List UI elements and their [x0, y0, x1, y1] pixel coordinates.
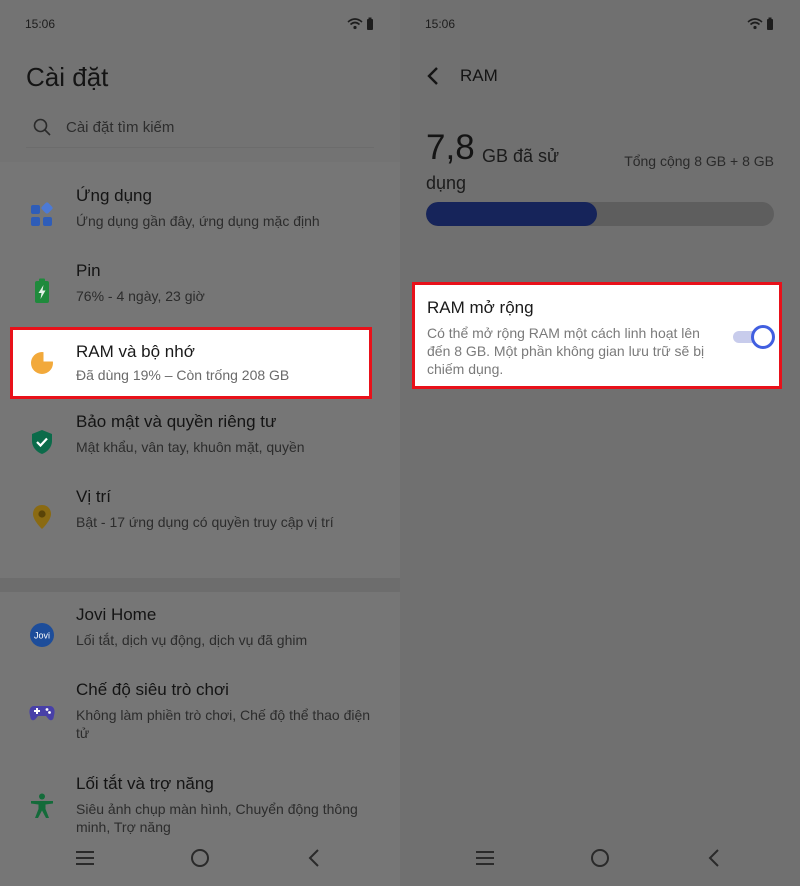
ram-usage-bar — [426, 202, 774, 226]
navigation-bar — [400, 836, 800, 886]
back-nav-icon[interactable] — [303, 846, 327, 870]
settings-item-subtitle: Lối tắt, dịch vụ động, dịch vụ đã ghim — [76, 632, 308, 648]
settings-item-title: Vị trí — [76, 487, 111, 506]
home-icon[interactable] — [188, 846, 212, 870]
settings-item-title: Ứng dụng — [76, 186, 152, 205]
settings-item-title: Lối tắt và trợ năng — [76, 774, 214, 793]
home-icon[interactable] — [588, 846, 612, 870]
storage-pie-icon — [31, 350, 55, 374]
settings-item-title: Chế độ siêu trò chơi — [76, 680, 229, 699]
navigation-bar — [0, 836, 400, 886]
back-nav-icon[interactable] — [703, 846, 727, 870]
settings-item-subtitle: Đã dùng 19% – Còn trống 208 GB — [76, 367, 290, 383]
settings-item-title: Pin — [76, 261, 101, 280]
ram-used-value: 7,8 — [426, 128, 475, 167]
jovi-icon: Jovi — [30, 623, 54, 647]
extended-ram-description: Có thể mở rộng RAM một cách linh hoạt lê… — [427, 325, 705, 377]
section-divider — [0, 578, 400, 592]
settings-item-accessibility[interactable]: Lối tắt và trợ năng Siêu ảnh chụp màn hì… — [0, 770, 400, 840]
status-time: 15:06 — [425, 17, 456, 31]
extended-ram-title: RAM mở rộng — [427, 298, 534, 317]
status-bar: 15:06 — [425, 14, 775, 34]
back-arrow-icon[interactable] — [424, 64, 444, 88]
ram-usage-fill — [426, 202, 597, 226]
status-bar: 15:06 — [25, 14, 375, 34]
settings-item-game-mode[interactable]: Chế độ siêu trò chơi Không làm phiền trò… — [0, 676, 400, 746]
settings-item-subtitle: Mật khẩu, vân tay, khuôn mặt, quyền — [76, 439, 305, 455]
extended-ram-card: RAM mở rộng Có thể mở rộng RAM một cách … — [412, 282, 782, 389]
shield-icon — [32, 430, 52, 454]
settings-item-subtitle: Không làm phiền trò chơi, Chế độ thể tha… — [76, 707, 371, 741]
settings-item-jovi-home[interactable]: Jovi Jovi Home Lối tắt, dịch vụ động, dị… — [0, 601, 400, 671]
battery-icon — [35, 278, 49, 303]
menu-icon[interactable] — [473, 846, 497, 870]
page-title: Cài đặt — [26, 62, 109, 92]
settings-item-subtitle: Bật - 17 ứng dụng có quyền truy cập vị t… — [76, 514, 334, 530]
wifi-battery-icon — [747, 17, 773, 30]
settings-item-title: Jovi Home — [76, 605, 157, 624]
search-input[interactable]: Cài đặt tìm kiếm — [26, 106, 374, 148]
settings-item-security[interactable]: Bảo mật và quyền riêng tư Mật khẩu, vân … — [0, 408, 400, 478]
status-time: 15:06 — [25, 17, 56, 31]
settings-item-ram-storage[interactable]: RAM và bộ nhớ Đã dùng 19% – Còn trống 20… — [10, 327, 372, 399]
ram-used-unit-line2: dụng — [426, 173, 467, 193]
jovi-icon-text: Jovi — [34, 631, 50, 641]
settings-item-subtitle: Ứng dụng gần đây, ứng dụng mặc định — [76, 213, 320, 229]
ram-total: Tổng cộng 8 GB + 8 GB — [624, 153, 774, 169]
apps-icon — [31, 202, 53, 226]
settings-item-battery[interactable]: Pin 76% - 4 ngày, 23 giờ — [0, 257, 400, 327]
settings-item-title: RAM và bộ nhớ — [76, 342, 195, 361]
page-title: RAM — [460, 66, 498, 85]
menu-icon[interactable] — [73, 846, 97, 870]
extended-ram-toggle[interactable] — [733, 325, 775, 349]
wifi-battery-icon — [347, 17, 373, 30]
settings-screen: 15:06 Cài đặt Cài đặt tìm kiếm Ứng dụng … — [0, 0, 400, 886]
settings-item-apps[interactable]: Ứng dụng Ứng dụng gần đây, ứng dụng mặc … — [0, 182, 400, 252]
gamepad-icon — [29, 706, 55, 721]
search-icon — [33, 118, 51, 136]
location-icon — [33, 505, 51, 529]
settings-item-subtitle: Siêu ảnh chụp màn hình, Chuyển động thôn… — [76, 801, 358, 835]
search-placeholder: Cài đặt tìm kiếm — [66, 119, 175, 136]
ram-used-unit: GB đã sử — [482, 146, 560, 166]
settings-item-location[interactable]: Vị trí Bật - 17 ứng dụng có quyền truy c… — [0, 483, 400, 553]
ram-screen: 15:06 RAM 7,8 GB đã sử dụng Tổng cộng 8 … — [400, 0, 800, 886]
toggle-knob — [751, 325, 775, 349]
settings-item-subtitle: 76% - 4 ngày, 23 giờ — [76, 288, 205, 304]
settings-item-title: Bảo mật và quyền riêng tư — [76, 412, 277, 431]
accessibility-icon — [31, 793, 53, 818]
